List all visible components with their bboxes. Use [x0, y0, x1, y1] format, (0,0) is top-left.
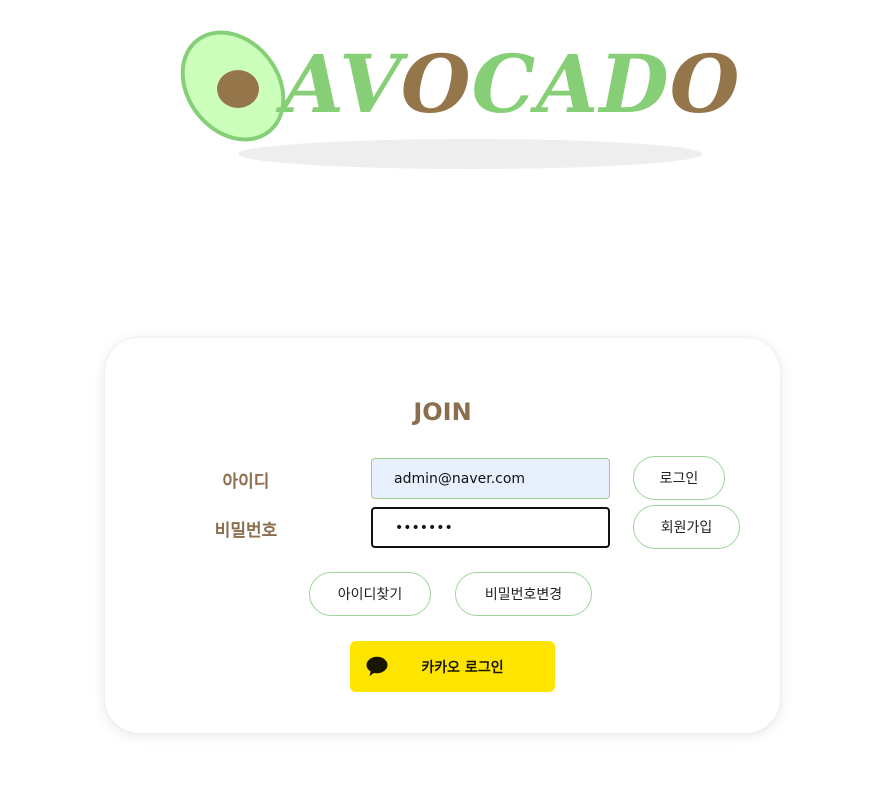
password-label: 비밀번호: [214, 521, 278, 541]
login-card: JOIN 아이디 로그인 비밀번호 회원가입 아이디찾기 비밀번호변경 카카오 …: [105, 338, 780, 733]
logo-letters-cad: CAD: [471, 37, 670, 131]
kakao-login-button[interactable]: 카카오 로그인: [350, 641, 555, 692]
find-id-button[interactable]: 아이디찾기: [309, 572, 431, 616]
logo-wordmark: AVOCADO: [282, 44, 740, 124]
login-page: AVOCADO JOIN 아이디 로그인 비밀번호 회원가입 아이디찾기 비밀번…: [0, 0, 892, 802]
logo-letter-v: V: [339, 37, 401, 131]
logo-letter-a: A: [282, 37, 340, 131]
logo-letter-o-final: O: [669, 37, 741, 131]
kakao-login-label: 카카오 로그인: [421, 659, 504, 676]
form-title: JOIN: [413, 398, 472, 426]
change-password-button[interactable]: 비밀번호변경: [455, 572, 592, 616]
logo-letter-o: O: [400, 37, 472, 131]
avocado-logo: AVOCADO: [170, 26, 739, 174]
login-button[interactable]: 로그인: [633, 456, 725, 500]
password-input[interactable]: [371, 507, 610, 548]
signup-button[interactable]: 회원가입: [633, 505, 740, 549]
id-label: 아이디: [222, 472, 270, 492]
id-input[interactable]: [371, 458, 610, 499]
